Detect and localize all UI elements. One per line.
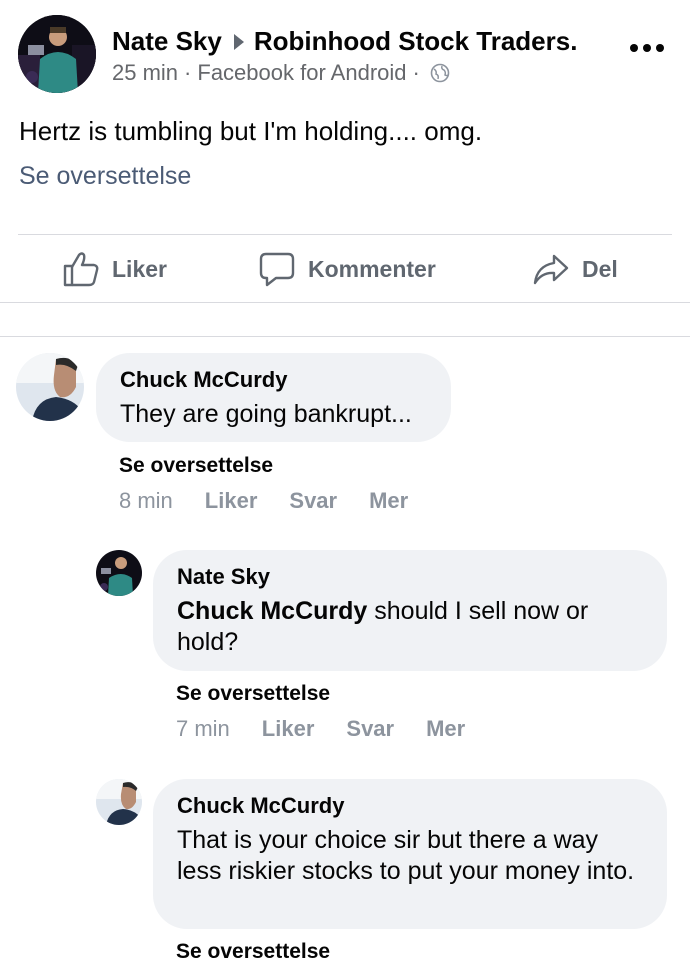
share-button[interactable]: Del (532, 236, 618, 302)
comment-icon (259, 252, 295, 287)
reply-translate-link[interactable]: Se oversettelse (176, 682, 330, 706)
comment-time[interactable]: 8 min (119, 488, 173, 514)
reply-bubble: Nate Sky Chuck McCurdy should I sell now… (153, 550, 667, 671)
facebook-post-page: Nate Sky Robinhood Stock Traders. 25 min… (0, 0, 690, 965)
arrow-right-icon (233, 33, 244, 50)
post-author-line: Nate Sky Robinhood Stock Traders. (112, 26, 577, 57)
comment-author[interactable]: Chuck McCurdy (120, 367, 427, 393)
post-translate-link[interactable]: Se oversettelse (19, 162, 191, 191)
post-action-bar: Liker Kommenter Del (0, 236, 690, 302)
more-options-icon[interactable] (630, 38, 664, 58)
post-source: Facebook for Android (197, 60, 407, 85)
comment-text: They are going bankrupt... (120, 400, 412, 428)
reply-text: Chuck McCurdy should I sell now or hold? (177, 596, 643, 658)
comment-bubble: Chuck McCurdy They are going bankrupt... (96, 353, 451, 442)
globe-icon (430, 63, 450, 83)
like-label: Liker (112, 255, 167, 282)
post-group-name[interactable]: Robinhood Stock Traders. (254, 26, 578, 57)
reply-more-button[interactable]: Mer (426, 716, 465, 742)
comment-button[interactable]: Kommenter (258, 236, 436, 302)
section-gap (0, 303, 690, 337)
share-arrow-icon (533, 254, 569, 285)
post-text: Hertz is tumbling but I'm holding.... om… (19, 116, 483, 146)
comment-more-button[interactable]: Mer (369, 488, 408, 514)
comment-like-button[interactable]: Liker (205, 488, 258, 514)
reply-author[interactable]: Nate Sky (177, 564, 643, 590)
comment-actions: 8 min Liker Svar Mer (119, 488, 440, 514)
reply-time[interactable]: 7 min (176, 716, 230, 742)
comment-reply-button[interactable]: Svar (289, 488, 337, 514)
thumbs-up-icon (63, 252, 99, 287)
reply-author[interactable]: Chuck McCurdy (177, 793, 643, 819)
post-author-name[interactable]: Nate Sky (112, 26, 222, 57)
reply-translate-link[interactable]: Se oversettelse (176, 940, 330, 964)
replier-avatar[interactable] (96, 550, 142, 596)
meta-separator: · (412, 60, 420, 85)
divider (18, 234, 672, 235)
post-time[interactable]: 25 min (112, 60, 178, 86)
replier-avatar[interactable] (96, 779, 142, 825)
share-label: Del (582, 255, 618, 282)
like-button[interactable]: Liker (62, 236, 167, 302)
reply-text: That is your choice sir but there a way … (177, 826, 635, 885)
reply-like-button[interactable]: Liker (262, 716, 315, 742)
comment-translate-link[interactable]: Se oversettelse (119, 454, 273, 478)
comment-label: Kommenter (308, 255, 436, 282)
reply-reply-button[interactable]: Svar (346, 716, 394, 742)
mention-link[interactable]: Chuck McCurdy (177, 597, 367, 625)
reply-bubble: Chuck McCurdy That is your choice sir bu… (153, 779, 667, 929)
post-author-avatar[interactable] (18, 15, 96, 93)
reply-actions: 7 min Liker Svar Mer (176, 716, 497, 742)
meta-separator: · (184, 60, 192, 85)
commenter-avatar[interactable] (16, 353, 84, 421)
post-meta: 25 min · Facebook for Android · (112, 60, 450, 86)
